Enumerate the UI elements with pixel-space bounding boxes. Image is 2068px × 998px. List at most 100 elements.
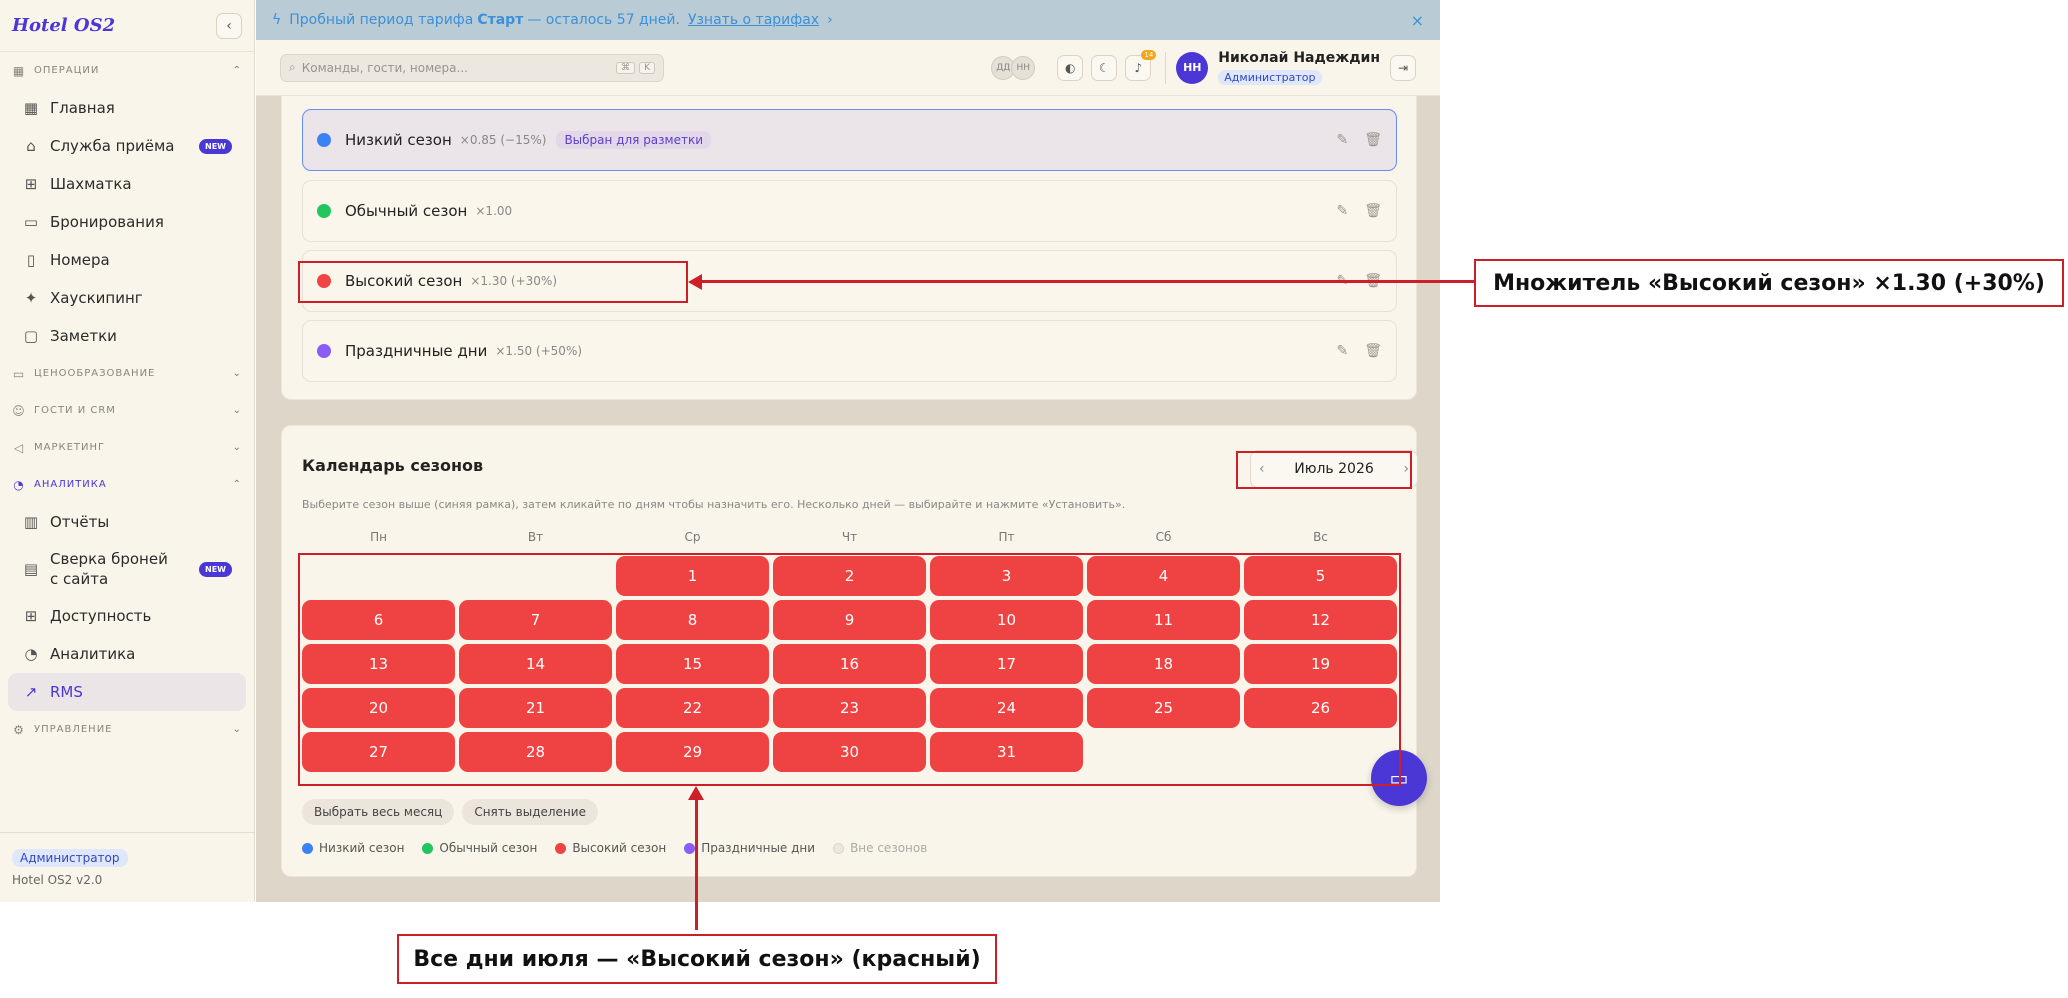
- presence-avatars: ДД НН: [991, 55, 1036, 80]
- user-role-badge: Администратор: [1218, 70, 1322, 85]
- sidebar-item-notes[interactable]: ▢ Заметки: [0, 317, 254, 355]
- season-row-holiday[interactable]: Праздничные дни ×1.50 (+50%) ✎ 🗑︎: [302, 320, 1397, 382]
- close-icon[interactable]: ×: [1411, 11, 1424, 30]
- bolt-icon: ϟ: [272, 12, 282, 28]
- dark-mode-button[interactable]: ☾: [1091, 54, 1118, 81]
- season-row-normal[interactable]: Обычный сезон ×1.00 ✎ 🗑︎: [302, 180, 1397, 242]
- role-badge: Администратор: [12, 849, 128, 867]
- sidebar-item-reports[interactable]: ▥ Отчёты: [0, 503, 254, 541]
- select-month-button[interactable]: Выбрать весь месяц: [302, 799, 455, 825]
- annotation-arrowhead: [688, 786, 704, 800]
- sidebar-item-front-desk[interactable]: ⌂ Служба приёма NEW: [0, 127, 254, 165]
- trash-icon[interactable]: 🗑︎: [1364, 203, 1382, 219]
- pie-icon: ◔: [13, 477, 25, 492]
- season-row-low[interactable]: Низкий сезон ×0.85 (−15%) Выбран для раз…: [302, 109, 1397, 171]
- calendar-icon: ▭: [23, 213, 39, 231]
- season-multiplier: ×1.50 (+50%): [495, 344, 583, 358]
- shortcut-hint: ⌘ K: [616, 61, 655, 74]
- bar-chart-icon: ▥: [23, 513, 39, 531]
- k-key: K: [639, 61, 655, 74]
- legend-label: Праздничные дни: [701, 841, 816, 855]
- selected-tag: Выбран для разметки: [556, 131, 712, 149]
- sidebar-item-label: Хаускипинг: [50, 289, 143, 307]
- building-icon: ▯: [26, 251, 36, 269]
- search-input[interactable]: ⌕ Команды, гости, номера... ⌘ K: [280, 53, 664, 82]
- chevron-down-icon: ⌄: [232, 405, 242, 416]
- edit-icon[interactable]: ✎: [1336, 132, 1348, 148]
- sidebar-item-label: Номера: [50, 251, 110, 269]
- sidebar-item-label: Служба приёма: [50, 137, 175, 155]
- chevron-down-icon: ⌄: [232, 724, 242, 735]
- trash-icon[interactable]: 🗑︎: [1364, 132, 1382, 148]
- moon-icon: ☾: [1098, 60, 1110, 75]
- weekday-label: Пн: [370, 530, 387, 544]
- season-name: Праздничные дни: [345, 342, 488, 360]
- sidebar-item-availability[interactable]: ⊞ Доступность: [0, 597, 254, 635]
- chevron-right-icon: ›: [827, 12, 833, 28]
- section-label: ЦЕНООБРАЗОВАНИЕ: [34, 368, 156, 379]
- section-label: УПРАВЛЕНИЕ: [34, 724, 113, 735]
- sidebar-item-label: RMS: [50, 683, 83, 701]
- chevron-down-icon: ⌄: [232, 368, 242, 379]
- legend-label: Вне сезонов: [850, 841, 928, 855]
- bell-desk-icon: ⌂: [26, 137, 36, 155]
- collapse-sidebar-button[interactable]: ‹: [216, 12, 242, 39]
- sidebar-item-analytics[interactable]: ◔ Аналитика: [0, 635, 254, 673]
- weekday-label: Ср: [684, 530, 701, 544]
- sidebar-item-rooms[interactable]: ▯ Номера: [0, 241, 254, 279]
- sidebar-item-home[interactable]: ▦ Главная: [0, 89, 254, 127]
- grid-icon: ⊞: [24, 175, 38, 193]
- trend-icon: ↗: [24, 683, 38, 701]
- season-name: Обычный сезон: [345, 202, 468, 220]
- section-management[interactable]: ⚙ УПРАВЛЕНИЕ ⌄: [0, 711, 254, 748]
- trial-plan: Старт: [477, 12, 524, 28]
- theme-palette-button[interactable]: ◐: [1057, 54, 1084, 81]
- legend-dot: [422, 842, 434, 854]
- pricing-link[interactable]: Узнать о тарифах: [688, 12, 819, 28]
- legend-item: Обычный сезон: [422, 841, 537, 855]
- section-pricing[interactable]: ▭ ЦЕНООБРАЗОВАНИЕ ⌄: [0, 355, 254, 392]
- section-marketing[interactable]: ◁ МАРКЕТИНГ ⌄: [0, 429, 254, 466]
- season-color-dot: [317, 133, 331, 147]
- season-multiplier: ×1.00: [475, 204, 513, 218]
- notifications-button[interactable]: ♪ 14: [1125, 49, 1157, 81]
- chevron-up-icon: ⌃: [232, 479, 242, 490]
- legend-item: Праздничные дни: [684, 841, 815, 855]
- sidebar-item-label: Главная: [50, 99, 115, 117]
- annotation-highlight-days: [298, 553, 1401, 786]
- annotation-arrow-line: [695, 798, 698, 930]
- grid-icon: ⊞: [24, 607, 38, 625]
- sidebar-item-label: Доступность: [50, 607, 152, 625]
- trash-icon[interactable]: 🗑︎: [1364, 343, 1382, 359]
- legend-item: Низкий сезон: [302, 841, 404, 855]
- section-analytics[interactable]: ◔ АНАЛИТИКА ⌃: [0, 466, 254, 503]
- clear-selection-button[interactable]: Снять выделение: [462, 799, 598, 825]
- edit-icon[interactable]: ✎: [1336, 343, 1348, 359]
- legend-label: Высокий сезон: [572, 841, 667, 855]
- legend-item: Высокий сезон: [555, 841, 666, 855]
- section-operations[interactable]: ▦ ОПЕРАЦИИ ⌃: [0, 52, 254, 89]
- sidebar-item-chessboard[interactable]: ⊞ Шахматка: [0, 165, 254, 203]
- app-version: Hotel OS2 v2.0: [12, 873, 103, 887]
- sidebar-header: Hotel OS2 ‹: [0, 0, 254, 52]
- sidebar-item-housekeeping[interactable]: ✦ Хаускипинг: [0, 279, 254, 317]
- weekday-label: Чт: [841, 530, 858, 544]
- chevron-up-icon: ⌃: [232, 65, 242, 76]
- user-info: Николай Надеждин Администратор: [1218, 50, 1380, 85]
- logout-button[interactable]: ⇥: [1390, 54, 1416, 81]
- user-avatar[interactable]: НН: [1176, 51, 1209, 84]
- megaphone-icon: ◁: [13, 440, 25, 455]
- sidebar-item-label: Аналитика: [50, 645, 136, 663]
- section-guests[interactable]: ☺ ГОСТИ И CRM ⌄: [0, 392, 254, 429]
- legend-dot: [555, 842, 567, 854]
- edit-icon[interactable]: ✎: [1336, 203, 1348, 219]
- seasons-card: Низкий сезон ×0.85 (−15%) Выбран для раз…: [281, 96, 1417, 400]
- annotation-highlight-month: [1236, 451, 1412, 489]
- sidebar-item-rms[interactable]: ↗ RMS: [8, 673, 246, 711]
- weekday-label: Пт: [998, 530, 1015, 544]
- section-label: АНАЛИТИКА: [34, 479, 107, 490]
- sidebar-item-reconciliation[interactable]: ▤ Сверка броней с сайта NEW: [0, 541, 254, 597]
- card-icon: ▭: [12, 366, 26, 381]
- annotation-label-days: Все дни июля — «Высокий сезон» (красный): [397, 934, 997, 984]
- sidebar-item-bookings[interactable]: ▭ Бронирования: [0, 203, 254, 241]
